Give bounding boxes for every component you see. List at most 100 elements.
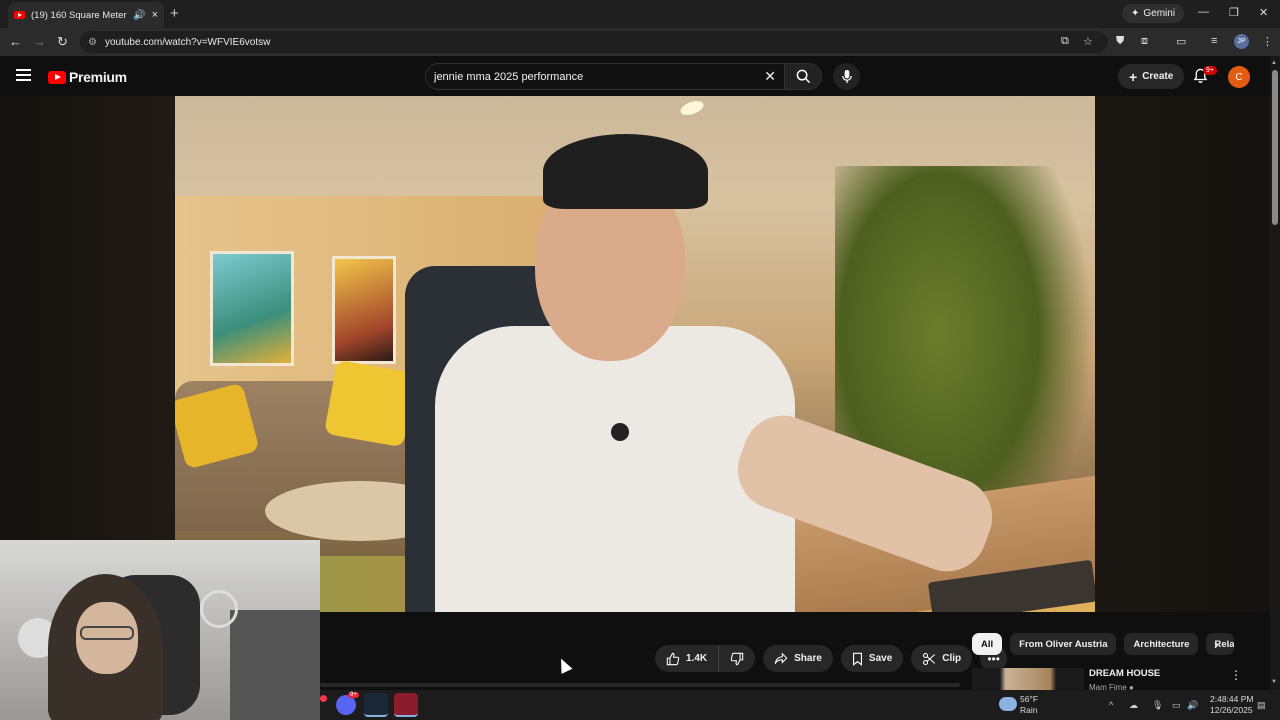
webcam-fan xyxy=(200,590,238,628)
weather-temperature[interactable]: 56°F xyxy=(1020,694,1038,704)
discord-badge: 9+ xyxy=(348,692,359,698)
like-count: 1.4K xyxy=(686,653,708,664)
volume-icon[interactable]: 🔊 xyxy=(1187,700,1198,711)
webcam-glasses xyxy=(80,626,134,640)
network-icon[interactable]: ▭ xyxy=(1172,700,1181,711)
webcam-overlay xyxy=(0,540,320,720)
install-app-icon[interactable]: ⧉ xyxy=(1061,35,1069,48)
video-actions: 1.4K Share Save Clip ••• xyxy=(655,645,1008,672)
dislike-button[interactable] xyxy=(719,645,755,672)
onedrive-icon[interactable]: ☁ xyxy=(1129,700,1138,711)
clear-search-icon[interactable]: ✕ xyxy=(764,68,776,85)
video-scene-ceiling-light xyxy=(678,98,706,118)
restore-button[interactable]: ❐ xyxy=(1229,6,1239,19)
clock-date[interactable]: 12/26/2025 xyxy=(1210,705,1253,715)
tab-close-icon[interactable]: × xyxy=(152,9,158,21)
weather-condition[interactable]: Rain xyxy=(1020,705,1037,715)
browser-toolbar: ← → ↻ ⚙ youtube.com/watch?v=WFVIE6votsw … xyxy=(0,28,1280,56)
scissors-icon xyxy=(923,652,936,665)
steam-app-icon[interactable] xyxy=(364,693,388,717)
title-area-divider xyxy=(320,683,960,687)
rain-cloud-icon xyxy=(999,697,1017,711)
search-button[interactable] xyxy=(784,63,822,90)
save-button[interactable]: Save xyxy=(840,645,904,672)
tray-overflow-icon[interactable]: ^ xyxy=(1109,700,1113,710)
video-scene-painting-2 xyxy=(332,256,396,364)
recommendation-title[interactable]: DREAM HOUSE xyxy=(1089,668,1160,679)
browser-tab-bar: (19) 160 Square Meter House 🔊 × + ✦ Gemi… xyxy=(0,0,1280,28)
chip-architecture[interactable]: Architecture xyxy=(1124,633,1199,655)
thumbs-down-icon xyxy=(730,652,744,665)
chip-from-channel[interactable]: From Oliver Austria xyxy=(1010,633,1117,655)
video-player[interactable] xyxy=(175,96,1095,612)
youtube-play-icon xyxy=(48,70,66,84)
gemini-button[interactable]: ✦ Gemini xyxy=(1122,4,1185,23)
clip-button[interactable]: Clip xyxy=(911,645,973,672)
recommendation-more-icon[interactable]: ⋮ xyxy=(1230,668,1242,682)
forward-icon[interactable]: → xyxy=(33,34,46,49)
search-icon xyxy=(796,69,810,84)
share-button[interactable]: Share xyxy=(763,645,833,672)
address-bar[interactable]: ⚙ youtube.com/watch?v=WFVIE6votsw xyxy=(80,31,1108,53)
account-avatar[interactable]: C xyxy=(1228,66,1250,88)
speaker-icon[interactable]: 🔊 xyxy=(133,10,145,21)
related-filter-chips: All From Oliver Austria Architecture Rel… xyxy=(972,633,1235,655)
search-query: jennie mma 2025 performance xyxy=(434,70,584,83)
bookmark-icon xyxy=(852,652,862,666)
discord-app-icon[interactable] xyxy=(336,695,356,715)
clock-time[interactable]: 2:48:44 PM xyxy=(1210,694,1253,704)
video-scene-lapel-mic xyxy=(611,423,629,441)
browser-menu-icon[interactable]: ⋮ xyxy=(1262,35,1273,48)
app-icon[interactable] xyxy=(394,693,418,717)
site-info-icon[interactable]: ⚙ xyxy=(88,37,97,48)
tab-title: (19) 160 Square Meter House xyxy=(31,9,130,21)
notifications-badge: 9+ xyxy=(1203,66,1217,75)
reload-icon[interactable]: ↻ xyxy=(57,34,68,50)
extensions-icon[interactable]: ⧈ xyxy=(1141,35,1148,48)
gemini-icon: ✦ xyxy=(1131,8,1140,19)
logo-text: Premium xyxy=(69,69,127,85)
mouse-cursor xyxy=(555,656,573,674)
create-button[interactable]: + Create xyxy=(1118,64,1185,89)
chip-all[interactable]: All xyxy=(972,633,1003,655)
browser-tab[interactable]: (19) 160 Square Meter House 🔊 × xyxy=(8,2,164,28)
taskbar-notification-dot xyxy=(320,695,327,702)
minimize-button[interactable]: — xyxy=(1198,6,1209,18)
notification-center-icon[interactable]: ▤ xyxy=(1257,700,1266,711)
voice-search-button[interactable] xyxy=(833,63,860,90)
bookmark-star-icon[interactable]: ☆ xyxy=(1083,35,1093,48)
youtube-premium-logo[interactable]: Premium xyxy=(48,69,127,85)
profile-avatar[interactable]: JP xyxy=(1234,34,1249,49)
shield-extension-icon[interactable]: ⛊ xyxy=(1116,35,1124,48)
hamburger-menu-icon[interactable] xyxy=(16,69,31,84)
save-label: Save xyxy=(868,653,893,664)
chip-related[interactable]: Rela xyxy=(1206,633,1235,655)
like-button[interactable]: 1.4K xyxy=(655,645,720,672)
url-text: youtube.com/watch?v=WFVIE6votsw xyxy=(104,36,271,48)
chevron-right-icon[interactable]: › xyxy=(1214,636,1219,652)
youtube-header: Premium jennie mma 2025 performance ✕ + … xyxy=(0,56,1280,96)
media-controls-icon[interactable]: ≡ xyxy=(1211,35,1217,47)
window-close-button[interactable]: ✕ xyxy=(1259,6,1268,19)
like-dislike-group: 1.4K xyxy=(655,645,756,672)
share-label: Share xyxy=(794,653,822,664)
new-tab-button[interactable]: + xyxy=(170,5,179,22)
video-scene-pillow-2 xyxy=(324,359,416,448)
search-input[interactable]: jennie mma 2025 performance ✕ xyxy=(425,63,785,90)
scroll-up-arrow-icon[interactable]: ▲ xyxy=(1271,60,1277,66)
clip-label: Clip xyxy=(942,653,962,664)
back-icon[interactable]: ← xyxy=(9,34,22,49)
mic-tray-icon[interactable]: 🎙 xyxy=(1152,700,1163,711)
recommendation-thumbnail[interactable] xyxy=(972,668,1084,690)
scroll-down-arrow-icon[interactable]: ▼ xyxy=(1271,679,1277,685)
share-icon xyxy=(774,652,788,664)
scrollbar-thumb[interactable] xyxy=(1272,70,1278,225)
thumbs-up-icon xyxy=(666,652,680,665)
youtube-favicon-icon xyxy=(14,11,25,19)
webcam-shelf xyxy=(230,610,320,720)
plus-icon: + xyxy=(1129,68,1138,85)
video-scene-cap xyxy=(543,134,708,209)
create-label: Create xyxy=(1142,71,1174,82)
cast-icon[interactable]: ▭ xyxy=(1176,35,1186,48)
video-scene-painting xyxy=(210,251,294,366)
